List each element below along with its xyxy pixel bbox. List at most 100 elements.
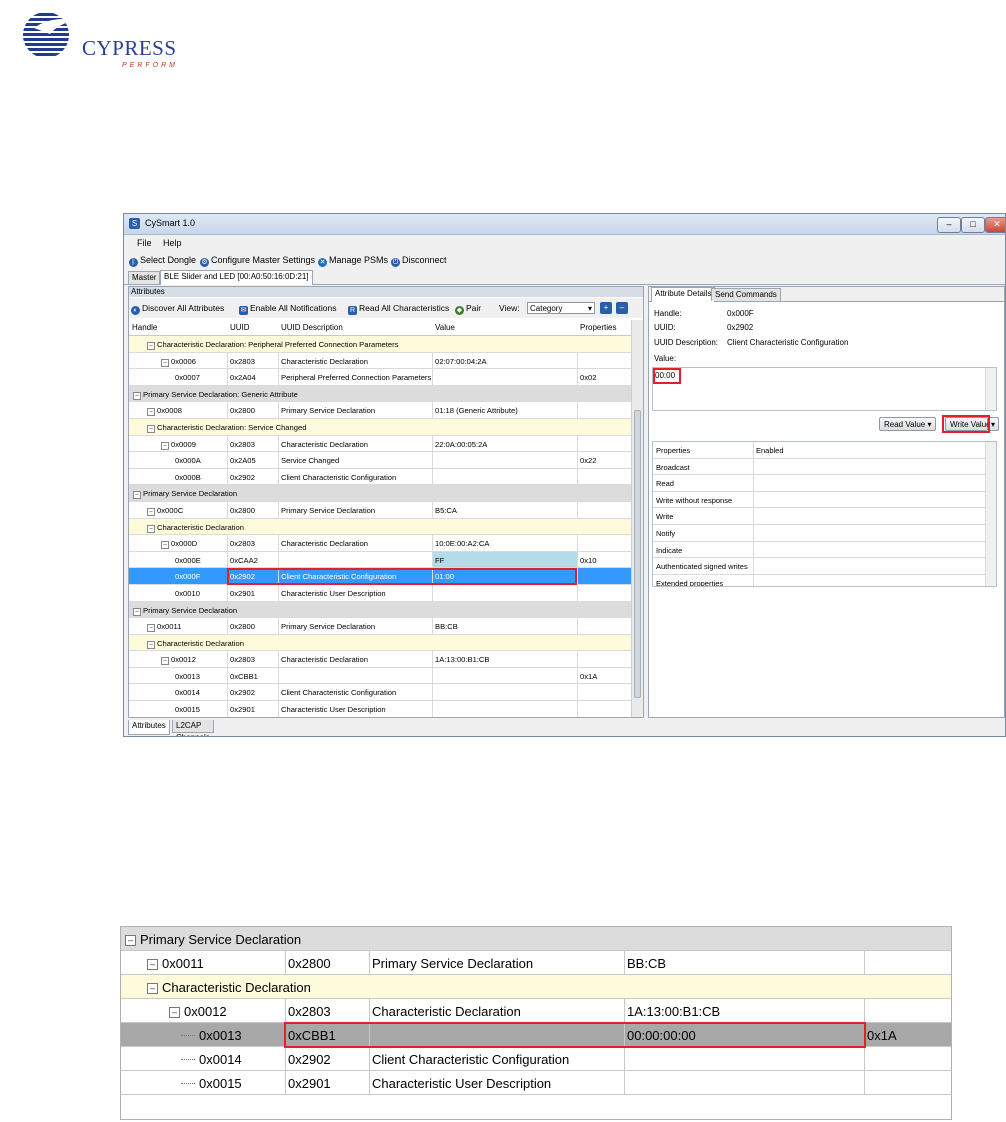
characteristic-row[interactable]: – Characteristic Declaration: Service Cha… xyxy=(129,418,633,436)
property-row[interactable]: Write without response xyxy=(653,491,996,509)
read-all-button[interactable]: R Read All Characteristics xyxy=(348,303,449,315)
tab-attributes[interactable]: Attributes xyxy=(128,720,170,735)
expander-icon[interactable]: – xyxy=(147,524,155,533)
tab-master[interactable]: Master xyxy=(128,271,161,284)
write-dropdown-button[interactable]: ▾ xyxy=(989,417,999,431)
pair-button[interactable]: ◆ Pair xyxy=(455,303,481,315)
property-row[interactable]: Broadcast xyxy=(653,458,996,476)
attribute-row[interactable]: 0x0015 0x2901 Characteristic User Descript… xyxy=(121,1071,951,1095)
attribute-row[interactable]: –0x000C 0x2800 Primary Service Declaration… xyxy=(129,501,633,519)
close-button[interactable]: ✕ xyxy=(985,217,1005,233)
row-handle: 0x0012 xyxy=(184,1004,227,1019)
expander-icon[interactable]: – xyxy=(161,358,169,367)
configure-master-button[interactable]: ⚙ Configure Master Settings xyxy=(200,255,315,267)
grid-scrollbar[interactable] xyxy=(631,320,643,717)
attribute-row[interactable]: 0x0013 0xCBB1 0x1A xyxy=(129,667,633,685)
expander-icon[interactable]: – xyxy=(147,424,155,433)
expander-icon[interactable]: – xyxy=(169,1007,180,1018)
manage-psms-button[interactable]: ✕ Manage PSMs xyxy=(318,255,388,267)
handle-cell: – Characteristic Declaration xyxy=(147,523,244,533)
row-uuid: 0x2902 xyxy=(230,472,255,482)
row-value: BB:CB xyxy=(435,622,458,632)
attribute-row[interactable]: 0x0014 0x2902 Client Characteristic Config… xyxy=(129,684,633,702)
disconnect-button[interactable]: ⏻ Disconnect xyxy=(391,255,447,267)
expander-icon[interactable]: – xyxy=(147,408,155,417)
attribute-row[interactable]: –0x0011 0x2800 Primary Service Declaration… xyxy=(129,618,633,635)
minimize-button[interactable]: – xyxy=(937,217,961,233)
characteristic-row[interactable]: – Characteristic Declaration xyxy=(121,975,951,999)
attribute-row[interactable]: 0x000A 0x2A05 Service Changed 0x22 xyxy=(129,452,633,469)
service-row[interactable]: – Primary Service Declaration xyxy=(121,927,951,951)
expander-icon[interactable]: – xyxy=(161,541,169,550)
collapse-all-icon[interactable]: – xyxy=(616,302,628,314)
characteristic-row[interactable]: – Characteristic Declaration: Peripheral … xyxy=(129,336,633,353)
uuid-description-value: Client Characteristic Configuration xyxy=(727,338,849,347)
row-value: 1A:13:00:B1:CB xyxy=(627,1004,721,1019)
characteristic-row[interactable]: – Characteristic Declaration xyxy=(129,634,633,652)
attributes-pane: Attributes ◐ Discover All Attributes ✉ Ena… xyxy=(128,286,644,718)
expander-icon[interactable]: – xyxy=(125,935,136,946)
attribute-row[interactable]: 0x000E 0xCAA2 FF 0x10 xyxy=(129,551,633,569)
expander-icon[interactable]: – xyxy=(133,491,141,500)
property-row[interactable]: Extended properties xyxy=(653,574,996,586)
property-row[interactable]: Write xyxy=(653,508,996,525)
expander-icon[interactable]: – xyxy=(147,342,155,350)
attribute-row[interactable]: –0x000D 0x2803 Characteristic Declaration 1… xyxy=(129,535,633,552)
row-properties: 0x1A xyxy=(580,671,598,681)
attribute-row[interactable]: –0x0006 0x2803 Characteristic Declaration 0… xyxy=(129,352,633,370)
row-value: 10:0E:00:A2:CA xyxy=(435,539,490,549)
attribute-row[interactable]: 0x0007 0x2A04 Peripheral Preferred Connect… xyxy=(129,369,633,386)
view-select[interactable]: Category ▾ xyxy=(527,302,595,314)
row-handle: 0x0014 xyxy=(199,1052,242,1067)
attribute-row[interactable]: 0x0010 0x2901 Characteristic User Descript… xyxy=(129,584,633,602)
value-scrollbar[interactable] xyxy=(985,368,996,410)
expander-icon[interactable]: – xyxy=(147,624,155,633)
expander-icon[interactable]: – xyxy=(147,983,158,994)
attribute-row[interactable]: –0x0011 0x2800 Primary Service Declaration… xyxy=(121,951,951,975)
read-value-button[interactable]: Read Value ▾ xyxy=(879,417,937,431)
tab-l2cap-channels[interactable]: L2CAP Channels xyxy=(172,720,214,736)
row-handle: Primary Service Declaration xyxy=(143,605,238,615)
service-row[interactable]: – Primary Service Declaration: Generic At… xyxy=(129,385,633,403)
select-dongle-button[interactable]: ᛒ Select Dongle xyxy=(129,255,196,267)
handle-cell: – Characteristic Declaration xyxy=(147,639,244,649)
row-description: Primary Service Declaration xyxy=(281,505,376,515)
expander-icon[interactable]: – xyxy=(161,441,169,450)
attribute-row[interactable]: –0x0012 0x2803 Characteristic Declaration 1… xyxy=(121,999,951,1023)
tab-ble-device[interactable]: BLE Slider and LED [00:A0:50:16:0D:21] xyxy=(160,270,313,285)
attribute-row[interactable]: 0x0014 0x2902 Client Characteristic Config… xyxy=(121,1047,951,1071)
property-row[interactable]: Read xyxy=(653,475,996,492)
attribute-row[interactable]: 0x0015 0x2901 Characteristic User Descript… xyxy=(129,701,633,717)
row-handle: 0x000E xyxy=(175,555,201,565)
service-row[interactable]: – Primary Service Declaration xyxy=(129,485,633,502)
characteristic-row[interactable]: – Characteristic Declaration xyxy=(129,518,633,536)
attribute-row[interactable]: 0x000B 0x2902 Client Characteristic Config… xyxy=(129,468,633,486)
attribute-row[interactable]: –0x0008 0x2800 Primary Service Declaration… xyxy=(129,402,633,419)
properties-scrollbar[interactable] xyxy=(985,442,996,586)
tab-attribute-details[interactable]: Attribute Details xyxy=(651,287,716,302)
property-row[interactable]: Authenticated signed writes xyxy=(653,558,996,575)
property-row[interactable]: Indicate xyxy=(653,541,996,559)
menu-file[interactable]: File xyxy=(137,238,152,248)
scrollbar-thumb[interactable] xyxy=(634,410,641,698)
discover-all-button[interactable]: ◐ Discover All Attributes xyxy=(131,303,224,315)
tab-send-commands[interactable]: Send Commands xyxy=(711,288,781,301)
property-row[interactable]: Notify xyxy=(653,524,996,542)
expander-icon[interactable]: – xyxy=(147,640,155,649)
row-value: B5:CA xyxy=(435,505,457,515)
menu-help[interactable]: Help xyxy=(163,238,182,248)
expand-all-icon[interactable]: + xyxy=(600,302,612,314)
value-textbox[interactable]: 00:00 xyxy=(652,367,997,411)
expander-icon[interactable]: – xyxy=(147,959,158,970)
attribute-row[interactable]: –0x0012 0x2803 Characteristic Declaration 1… xyxy=(129,651,633,668)
service-row[interactable]: – Primary Service Declaration xyxy=(129,601,633,619)
maximize-button[interactable]: □ xyxy=(961,217,985,233)
expander-icon[interactable]: – xyxy=(133,391,141,400)
read-icon: R xyxy=(348,306,357,315)
expander-icon[interactable]: – xyxy=(161,657,169,666)
enable-notifications-button[interactable]: ✉ Enable All Notifications xyxy=(239,303,336,315)
expander-icon[interactable]: – xyxy=(133,607,141,616)
expander-icon[interactable]: – xyxy=(147,507,155,516)
row-description: Characteristic User Description xyxy=(281,705,386,715)
attribute-row[interactable]: –0x0009 0x2803 Characteristic Declaration 2… xyxy=(129,435,633,453)
